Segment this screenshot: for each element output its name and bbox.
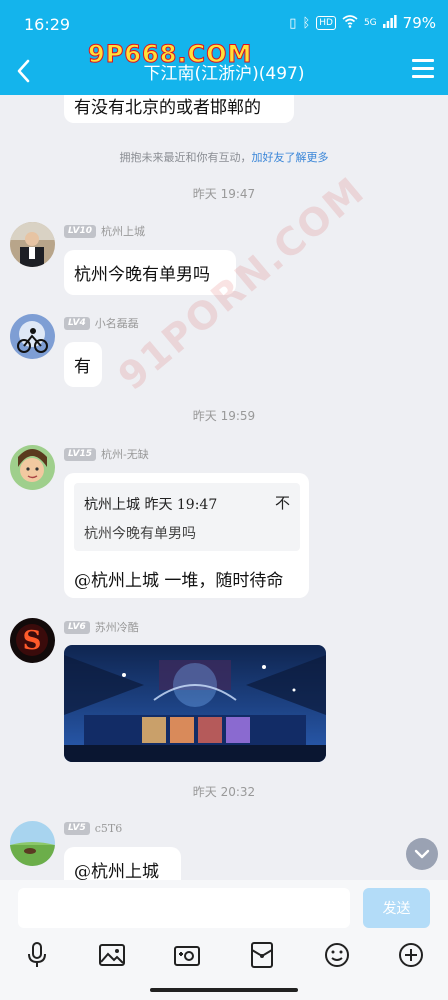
sender-meta: LV4 小名磊磊	[64, 315, 139, 331]
battery-level: 79%	[402, 14, 436, 32]
home-indicator[interactable]	[150, 988, 298, 992]
camera-icon[interactable]	[172, 940, 202, 970]
avatar-photo: S	[10, 618, 55, 663]
sender-meta: LV15 杭州-无缺	[64, 446, 149, 462]
image-icon[interactable]	[97, 940, 127, 970]
red-packet-icon[interactable]	[247, 940, 277, 970]
sender-meta: LV6 苏州冷酷	[64, 619, 139, 635]
timestamp: 昨天 19:47	[192, 187, 256, 201]
message-text: @杭州上城	[74, 862, 159, 880]
menu-icon-line	[412, 59, 434, 62]
menu-icon-line	[412, 67, 434, 70]
wifi-icon	[342, 14, 358, 32]
avatar[interactable]	[10, 314, 55, 359]
sender-name[interactable]: c5T6	[95, 822, 123, 835]
svg-text:S: S	[23, 626, 42, 656]
message-bubble[interactable]: 有	[64, 342, 102, 387]
message-text: 杭州今晚有单男吗	[74, 265, 210, 285]
message-bubble[interactable]: 有没有北京的或者邯郸的	[64, 95, 294, 123]
emoji-icon[interactable]	[322, 940, 352, 970]
sender-meta: LV10 杭州上城	[64, 223, 145, 239]
chevron-down-icon	[414, 849, 430, 859]
level-badge: LV6	[64, 620, 90, 634]
menu-button[interactable]	[412, 59, 434, 79]
avatar-photo	[10, 314, 55, 359]
level-badge: LV10	[64, 224, 96, 238]
signal-icon	[382, 14, 397, 32]
vibrate-icon: ▯	[289, 15, 297, 31]
avatar[interactable]	[10, 821, 55, 866]
quote-flag: 不	[274, 494, 290, 512]
menu-icon-line	[412, 75, 434, 78]
message-text: @杭州上城 一堆，随时待命	[74, 571, 284, 591]
sender-name[interactable]: 小名磊磊	[95, 315, 139, 331]
avatar[interactable]	[10, 445, 55, 490]
bluetooth-icon: ᛒ	[302, 15, 311, 31]
level-badge: LV15	[64, 447, 96, 461]
hd-badge: HD	[316, 16, 336, 30]
level-badge: LV5	[64, 822, 90, 835]
message-list[interactable]: 有没有北京的或者邯郸的 拥抱未来最近和你有互动，加好友了解更多 昨天 19:47…	[0, 95, 448, 880]
status-time: 16:29	[24, 15, 71, 34]
message-text: 有没有北京的或者邯郸的	[74, 97, 261, 118]
plus-icon[interactable]	[396, 940, 426, 970]
input-bar: 发送	[0, 880, 448, 1000]
status-icons: ▯ ᛒ HD 5G 79%	[289, 14, 436, 32]
system-notice: 拥抱未来最近和你有互动，加好友了解更多	[119, 151, 329, 164]
avatar[interactable]	[10, 222, 55, 267]
send-button[interactable]: 发送	[363, 888, 430, 928]
timestamp: 昨天 19:59	[192, 409, 256, 423]
sender-meta: LV5 c5T6	[64, 822, 122, 835]
quoted-message[interactable]: 杭州上城 昨天 19:47 不 杭州今晚有单男吗	[74, 483, 300, 551]
quoted-text: 杭州今晚有单男吗	[84, 526, 196, 542]
avatar[interactable]: S	[10, 618, 55, 663]
toolbar	[0, 940, 448, 976]
avatar-photo	[10, 821, 55, 866]
sender-name[interactable]: 杭州上城	[101, 223, 145, 239]
reply-message-bubble[interactable]: 杭州上城 昨天 19:47 不 杭州今晚有单男吗 @杭州上城 一堆，随时待命	[64, 473, 309, 598]
sender-name[interactable]: 杭州-无缺	[101, 446, 149, 462]
sender-name[interactable]: 苏州冷酷	[95, 619, 139, 635]
image-message[interactable]	[64, 645, 326, 762]
message-bubble[interactable]: @杭州上城	[64, 847, 181, 880]
network-type: 5G	[363, 18, 377, 28]
quoted-header: 杭州上城 昨天 19:47	[84, 497, 218, 513]
watermark-top: 9P668.COM	[87, 40, 253, 69]
message-text: 有	[74, 357, 91, 377]
microphone-icon[interactable]	[22, 940, 52, 970]
add-friend-link[interactable]: 加好友了解更多	[252, 151, 329, 164]
avatar-photo	[10, 222, 55, 267]
level-badge: LV4	[64, 316, 90, 330]
scroll-to-bottom-button[interactable]	[406, 838, 438, 870]
message-input[interactable]	[18, 888, 350, 928]
avatar-photo	[10, 445, 55, 490]
game-screenshot-image	[64, 645, 326, 762]
timestamp: 昨天 20:32	[192, 785, 256, 799]
